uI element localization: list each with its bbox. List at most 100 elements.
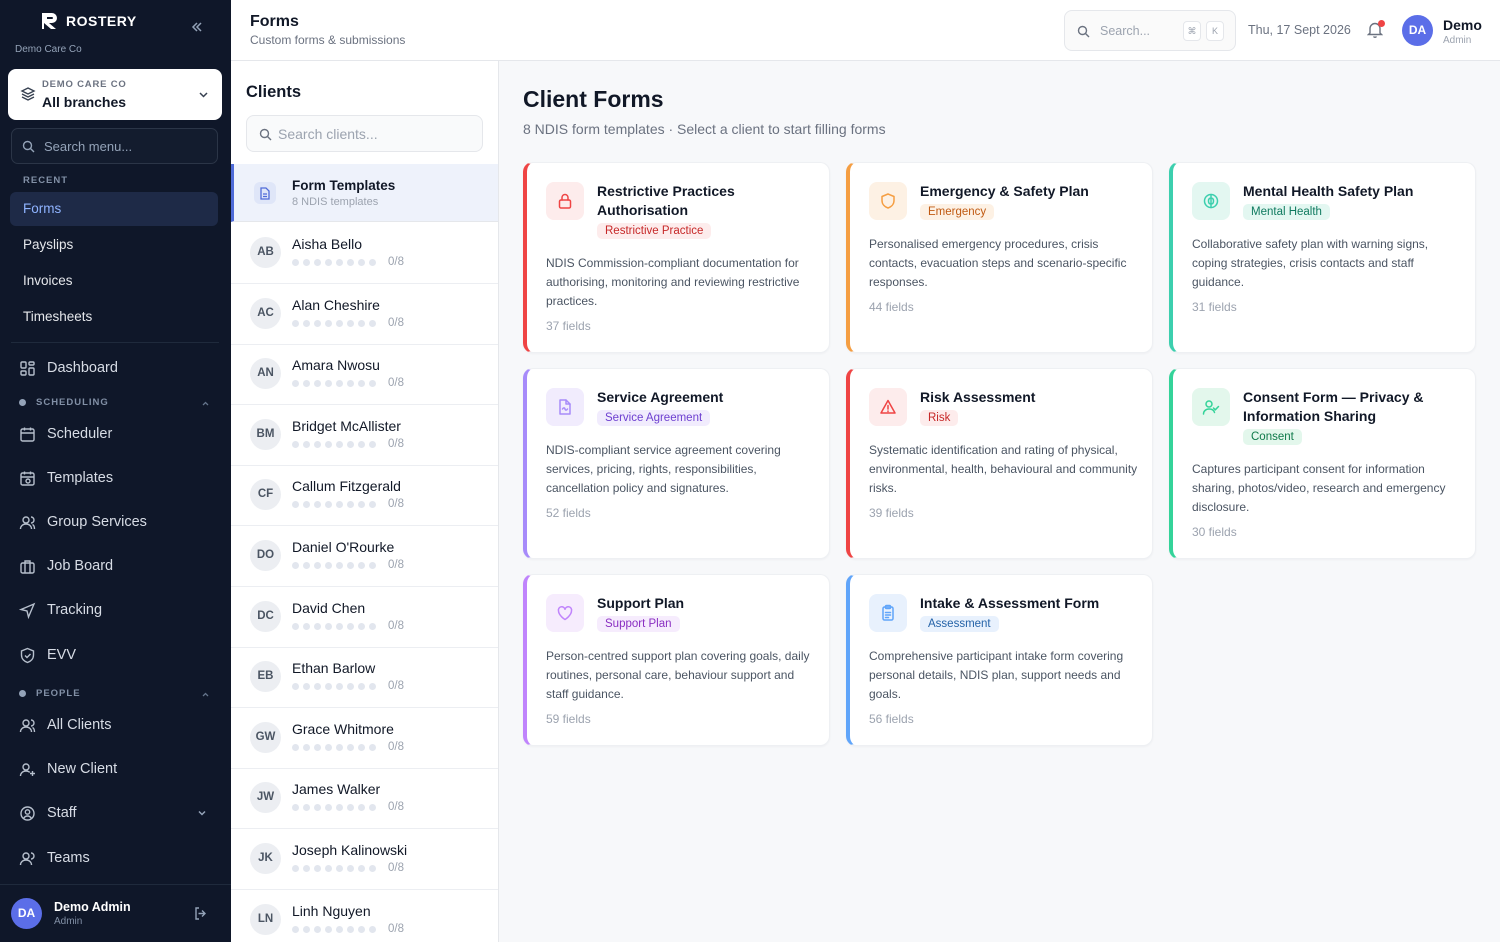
progress-dot [336,683,343,691]
progress-dot [303,865,310,872]
top-user-name[interactable]: Demo [1443,17,1482,33]
form-template-card[interactable]: Risk Assessment Risk Systematic identifica… [846,368,1153,559]
nav-job-board[interactable]: Job Board [10,549,218,583]
form-templates-item[interactable]: Form Templates 8 NDIS templates [231,164,498,222]
avatar[interactable]: DA [1402,15,1433,46]
heart-icon [546,594,584,632]
form-progress-dots [292,319,376,327]
progress-dot [314,440,321,448]
brand-logo[interactable]: ROSTERY [40,12,137,30]
form-template-card[interactable]: Service Agreement Service Agreement NDIS-c… [523,368,830,559]
nav-all-clients[interactable]: All Clients [10,708,218,742]
nav-staff[interactable]: Staff [10,796,218,830]
form-template-card[interactable]: Emergency & Safety Plan Emergency Personal… [846,162,1153,353]
shortcut-cmd-key: ⌘ [1183,21,1201,41]
form-template-card[interactable]: Support Plan Support Plan Person-centred s… [523,574,830,746]
progress-dot [325,562,332,569]
nav-dashboard-label: Dashboard [47,360,118,376]
client-row[interactable]: JK Joseph Kalinowski 0/8 [231,829,498,890]
client-row[interactable]: LN Linh Nguyen 0/8 [231,890,498,942]
progress-dot [314,865,321,872]
card-description: NDIS Commission-compliant documentation … [546,256,800,308]
form-template-card[interactable]: Intake & Assessment Form Assessment Compre… [846,574,1153,746]
menu-search-input[interactable]: Search menu... [11,128,218,164]
client-row[interactable]: GW Grace Whitmore 0/8 [231,708,498,769]
users-icon [19,718,36,732]
progress-dot [325,319,332,327]
progress-dot [358,622,365,630]
progress-dot [369,501,376,509]
form-progress-dots [292,925,376,933]
avatar: DA [11,898,42,929]
progress-dot [336,804,343,812]
recent-item-forms[interactable]: Forms [10,192,218,226]
client-name: Amara Nwosu [292,357,380,374]
section-dot-icon [19,399,26,406]
client-avatar: AB [250,237,281,268]
sidebar-user-profile[interactable]: DA Demo Admin Admin [0,884,231,942]
nav-templates[interactable]: Templates [10,461,218,495]
progress-dot [292,925,299,933]
progress-dot [347,319,354,327]
top-bar: Forms Custom forms & submissions Search.… [231,0,1500,61]
progress-dot [314,380,321,388]
progress-dot [292,622,299,630]
form-template-card[interactable]: Restrictive Practices Authorisation Restr… [523,162,830,353]
client-row[interactable]: BM Bridget McAllister 0/8 [231,405,498,466]
client-progress: 0/8 [388,377,404,390]
progress-dot [347,622,354,630]
client-row[interactable]: DO Daniel O'Rourke 0/8 [231,526,498,587]
card-title: Emergency & Safety Plan [920,183,1089,199]
recent-item-invoices[interactable]: Invoices [10,264,218,298]
form-template-card[interactable]: Consent Form — Privacy & Information Sha… [1169,368,1476,559]
nav-evv[interactable]: EVV [10,638,218,672]
client-row[interactable]: DC David Chen 0/8 [231,587,498,648]
scheduling-group-header[interactable]: SCHEDULING [19,397,214,408]
nav-scheduler[interactable]: Scheduler [10,417,218,451]
recent-item-payslips[interactable]: Payslips [10,228,218,262]
client-row[interactable]: AB Aisha Bello 0/8 [231,223,498,284]
card-title: Service Agreement [597,389,724,405]
category-badge: Support Plan [597,616,680,632]
logout-icon[interactable] [193,906,208,921]
people-group-header[interactable]: PEOPLE [19,688,214,699]
nav-tracking[interactable]: Tracking [10,593,218,627]
progress-dot [325,925,332,933]
nav-teams[interactable]: Teams [10,841,218,875]
progress-dot [314,743,321,751]
recent-item-timesheets[interactable]: Timesheets [10,300,218,334]
brand-name: ROSTERY [66,13,137,29]
client-row[interactable]: AN Amara Nwosu 0/8 [231,344,498,406]
progress-dot [347,380,354,388]
progress-dot [358,259,365,266]
global-search-input[interactable]: Search... ⌘ K [1064,10,1236,51]
branch-selector[interactable]: DEMO CARE CO All branches [8,69,222,120]
progress-dot [325,804,332,812]
form-progress-dots [292,562,376,569]
nav-dashboard[interactable]: Dashboard [10,351,218,385]
progress-dot [292,440,299,448]
nav-group-services[interactable]: Group Services [10,505,218,539]
card-title: Intake & Assessment Form [920,595,1100,611]
client-row[interactable]: JW James Walker 0/8 [231,768,498,830]
client-search-input[interactable]: Search clients... [246,115,483,152]
client-row[interactable]: EB Ethan Barlow 0/8 [231,647,498,709]
clipboard-icon [869,594,907,632]
form-progress-dots [292,501,376,509]
client-progress: 0/8 [388,740,404,753]
client-name: Callum Fitzgerald [292,478,401,495]
field-count: 52 fields [546,506,591,520]
nav-new-client[interactable]: New Client [10,752,218,786]
client-row[interactable]: CF Callum Fitzgerald 0/8 [231,465,498,527]
client-row[interactable]: AC Alan Cheshire 0/8 [231,284,498,345]
client-progress: 0/8 [388,922,404,935]
category-badge: Restrictive Practice [597,223,712,239]
card-title: Consent Form — Privacy & Information Sha… [1243,389,1424,424]
card-title: Risk Assessment [920,389,1036,405]
form-template-card[interactable]: Mental Health Safety Plan Mental Health Co… [1169,162,1476,353]
collapse-sidebar-icon[interactable] [190,20,204,34]
progress-dot [369,440,376,448]
progress-dot [292,743,299,751]
progress-dot [347,743,354,751]
progress-dot [347,865,354,872]
